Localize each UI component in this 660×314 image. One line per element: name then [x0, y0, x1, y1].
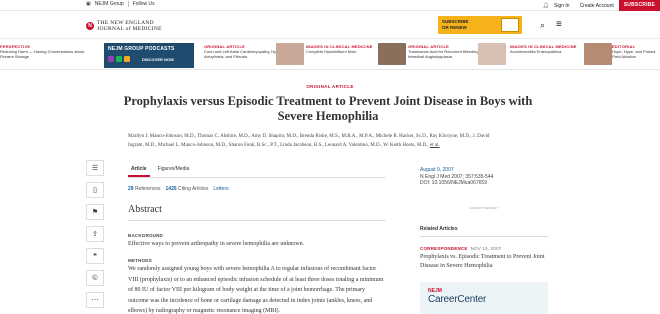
- podcast-banner[interactable]: NEJM GROUP PODCASTS DISCOVER NOW: [104, 43, 194, 68]
- tab-article[interactable]: Article: [128, 164, 150, 177]
- user-icon[interactable]: 👤︎: [538, 3, 554, 9]
- doi[interactable]: DOI: 10.1056/NEJMoa067659: [420, 180, 493, 187]
- tab-figures-media[interactable]: Figures/Media: [155, 164, 193, 177]
- carousel-item-title: Acrodermatitis Enteropathica: [510, 49, 562, 54]
- authors-line-1: Marilyn J. Manco-Johnson, M.D., Thomas C…: [128, 134, 490, 139]
- abstract-heading: Abstract: [128, 204, 162, 215]
- share-icon[interactable]: ⇪: [86, 226, 104, 242]
- carousel-thumbnail: [478, 43, 506, 65]
- carousel-thumbnail: [276, 43, 304, 65]
- site-header: N THE NEW ENGLAND JOURNAL of MEDICINE SU…: [0, 11, 660, 39]
- create-account-link[interactable]: Create Account: [575, 3, 619, 9]
- article-tabs: Article Figures/Media: [128, 164, 386, 178]
- citing-count: 1426: [165, 186, 177, 192]
- authors-line-2: Ingram, M.D., Michael L. Manco-Johnson, …: [128, 143, 429, 148]
- citing-articles-link[interactable]: 1426 Citing Articles: [166, 186, 209, 192]
- references-link[interactable]: 29 References: [128, 186, 161, 192]
- methods-heading: METHODS: [128, 258, 152, 263]
- background-heading: BACKGROUND: [128, 233, 163, 238]
- nejm-logo[interactable]: N THE NEW ENGLAND JOURNAL of MEDICINE: [86, 20, 162, 32]
- methods-text: We randomly assigned young boys with sev…: [128, 266, 384, 314]
- quote-icon[interactable]: ❝: [86, 248, 104, 264]
- logo-line-2: JOURNAL of MEDICINE: [97, 26, 162, 32]
- article-title: Prophylaxis versus Episodic Treatment to…: [123, 94, 533, 123]
- background-text: Effective ways to prevent arthropathy in…: [128, 241, 305, 247]
- more-authors-link[interactable]: et al.: [430, 143, 440, 148]
- divider: [128, 220, 386, 221]
- menu-icon[interactable]: ≡: [556, 19, 562, 30]
- article-toolbar: ☰ ▯ ⚑ ⇪ ❝ © ⋯: [86, 160, 104, 314]
- related-date: NOV 15, 2007: [470, 246, 502, 251]
- carousel-item-title: Complete Hydatidiform Mole: [306, 49, 357, 54]
- discover-now-link[interactable]: DISCOVER NOW: [142, 57, 174, 62]
- podcast-title: NEJM GROUP PODCASTS: [108, 46, 175, 52]
- references-label: References: [134, 186, 161, 192]
- carousel-item-title: Hope, Hype, and Pulsed Field Ablation: [612, 49, 656, 59]
- featured-carousel: PERSPECTIVE Reducing Harm — Having Conve…: [0, 40, 660, 70]
- advertisement-label: ADVERTISEMENT: [469, 206, 499, 210]
- spotify-icon: [116, 56, 122, 62]
- article-stats: 29 References 1426 Citing Articles Lette…: [128, 186, 229, 192]
- author-list: Marilyn J. Manco-Johnson, M.D., Thomas C…: [128, 132, 548, 150]
- related-meta: CORRESPONDENCE NOV 15, 2007: [420, 246, 501, 251]
- bookmark-icon[interactable]: ⚑: [86, 204, 104, 220]
- logo-mark: N: [86, 22, 94, 30]
- references-count: 29: [128, 186, 134, 192]
- utility-bar: ▣ NEJM Group Follow Us 👤︎ Sign In Create…: [0, 0, 660, 11]
- carousel-item[interactable]: IMAGES IN CLINICAL MEDICINE Complete Hyd…: [306, 44, 376, 54]
- carousel-item[interactable]: IMAGES IN CLINICAL MEDICINE Acrodermatit…: [510, 44, 582, 54]
- divider: [420, 236, 548, 237]
- more-icon[interactable]: ⋯: [86, 292, 104, 308]
- podcast-app-icon: [124, 56, 130, 62]
- carousel-thumbnail: [584, 43, 612, 65]
- nejm-group-link[interactable]: NEJM Group: [95, 1, 124, 7]
- list-icon[interactable]: ☰: [86, 160, 104, 176]
- carousel-item[interactable]: EDITORIAL Hope, Hype, and Pulsed Field A…: [612, 44, 660, 59]
- journal-cover-image: [501, 18, 519, 32]
- apple-podcasts-icon: [108, 56, 114, 62]
- career-center-ad[interactable]: NEJM CareerCenter: [420, 282, 548, 314]
- letters-link[interactable]: Letters: [213, 186, 228, 192]
- career-name: CareerCenter: [428, 294, 487, 305]
- copyright-icon[interactable]: ©: [86, 270, 104, 286]
- publication-meta: August 9, 2007 N Engl J Med 2007; 357:53…: [420, 167, 493, 187]
- article-type: ORIGINAL ARTICLE: [306, 84, 354, 89]
- sign-in-link[interactable]: Sign In: [554, 3, 575, 9]
- document-icon[interactable]: ▯: [86, 182, 104, 198]
- related-articles-heading: Related Articles: [420, 226, 458, 232]
- follow-us-link[interactable]: Follow Us: [133, 1, 155, 7]
- carousel-thumbnail: [378, 43, 406, 65]
- subscribe-button[interactable]: SUBSCRIBE: [618, 0, 660, 11]
- carousel-item-title: Reducing Harm — Having Conversations abo…: [0, 49, 85, 59]
- carousel-item[interactable]: PERSPECTIVE Reducing Harm — Having Conve…: [0, 44, 90, 59]
- related-article-link[interactable]: Prophylaxis vs. Episodic Treatment to Pr…: [420, 253, 548, 270]
- citing-label: Citing Articles: [178, 186, 209, 192]
- divider: [127, 1, 129, 7]
- subscribe-banner[interactable]: SUBSCRIBE OR RENEW: [438, 16, 522, 34]
- related-type: CORRESPONDENCE: [420, 246, 468, 251]
- nejm-group-icon[interactable]: ▣: [86, 1, 91, 7]
- search-icon[interactable]: ⌕: [540, 20, 545, 31]
